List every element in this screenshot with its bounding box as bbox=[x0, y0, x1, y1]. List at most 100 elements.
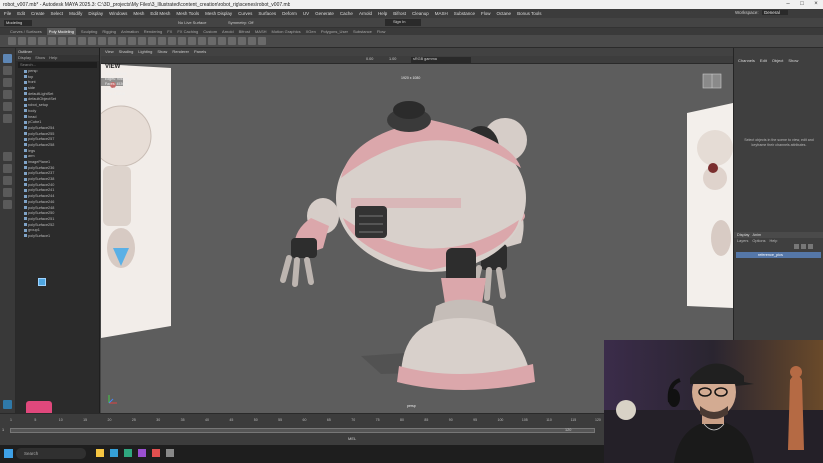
shelf-tool-icon[interactable] bbox=[78, 37, 86, 45]
menu-item-octane[interactable]: Octane bbox=[497, 11, 512, 16]
new-layer-selected-icon[interactable] bbox=[801, 244, 806, 249]
shelf-tab[interactable]: Motion Graphics bbox=[272, 28, 301, 35]
shelf-tool-icon[interactable] bbox=[158, 37, 166, 45]
file-explorer-icon[interactable] bbox=[96, 449, 104, 457]
menu-item-surfaces[interactable]: Surfaces bbox=[258, 11, 276, 16]
outliner-menu-item[interactable]: Display bbox=[18, 55, 31, 61]
edge-icon[interactable] bbox=[110, 449, 118, 457]
sign-in-button[interactable]: Sign In bbox=[385, 19, 421, 26]
four-view-icon[interactable] bbox=[3, 164, 12, 173]
shelf-tool-icon[interactable] bbox=[68, 37, 76, 45]
shelf-tool-icon[interactable] bbox=[248, 37, 256, 45]
colorspace-dropdown[interactable]: sRGB gamma bbox=[411, 57, 471, 63]
menu-item-mesh-tools[interactable]: Mesh Tools bbox=[176, 11, 199, 16]
shelf-tab[interactable]: XGen bbox=[306, 28, 316, 35]
shelf-tab[interactable]: Arnold bbox=[222, 28, 234, 35]
shelf-tool-icon[interactable] bbox=[138, 37, 146, 45]
menu-item-arnold[interactable]: Arnold bbox=[359, 11, 372, 16]
viewport-menu-item[interactable]: Lighting bbox=[138, 48, 152, 56]
menu-item-curves[interactable]: Curves bbox=[238, 11, 252, 16]
shelf-tool-icon[interactable] bbox=[128, 37, 136, 45]
search-icon[interactable] bbox=[3, 200, 12, 209]
app-icon-2[interactable] bbox=[152, 449, 160, 457]
channel-box-menu-item[interactable]: Edit bbox=[760, 58, 767, 63]
app-icon[interactable] bbox=[138, 449, 146, 457]
range-end-field[interactable]: 120 bbox=[565, 428, 571, 432]
shelf-tool-icon[interactable] bbox=[28, 37, 36, 45]
channel-box-menu-item[interactable]: Channels bbox=[738, 58, 755, 63]
menu-item-mash[interactable]: MASH bbox=[435, 11, 448, 16]
close-button[interactable]: × bbox=[809, 0, 823, 9]
viewport-menu-item[interactable]: Panels bbox=[194, 48, 206, 56]
shelf-tab[interactable]: Polygons_User bbox=[321, 28, 348, 35]
menu-item-modify[interactable]: Modify bbox=[69, 11, 82, 16]
layer-menu-item[interactable]: Layers bbox=[737, 238, 748, 244]
shelf-tool-icon[interactable] bbox=[18, 37, 26, 45]
menu-item-display[interactable]: Display bbox=[88, 11, 103, 16]
gamma-field[interactable]: 1.00 bbox=[389, 57, 396, 61]
rotate-tool-icon[interactable] bbox=[3, 102, 12, 111]
shelf-tab[interactable]: Sculpting bbox=[81, 28, 97, 35]
move-tool-icon[interactable] bbox=[3, 90, 12, 99]
menu-item-bonus-tools[interactable]: Bonus Tools bbox=[517, 11, 541, 16]
channel-box-menu-item[interactable]: Object bbox=[772, 58, 784, 63]
shelf-tab[interactable]: Bifrost bbox=[239, 28, 250, 35]
select-tool-icon[interactable] bbox=[3, 54, 12, 63]
viewport-menu-item[interactable]: Shading bbox=[119, 48, 134, 56]
range-start-field[interactable]: 1 bbox=[2, 428, 4, 432]
shelf-tool-icon[interactable] bbox=[208, 37, 216, 45]
workspace-dropdown[interactable]: General bbox=[761, 10, 788, 15]
menu-item-edit[interactable]: Edit bbox=[17, 11, 25, 16]
menu-item-file[interactable]: File bbox=[4, 11, 11, 16]
menu-item-mesh[interactable]: Mesh bbox=[133, 11, 144, 16]
shelf-tool-icon[interactable] bbox=[258, 37, 266, 45]
menu-item-substance[interactable]: Substance bbox=[454, 11, 475, 16]
channel-box-menu-item[interactable]: Show bbox=[788, 58, 798, 63]
viewport-menu-item[interactable]: Renderer bbox=[172, 48, 189, 56]
shelf-tab[interactable]: Flow bbox=[377, 28, 385, 35]
outliner-menu-item[interactable]: Show bbox=[35, 55, 45, 61]
range-slider[interactable] bbox=[10, 428, 595, 433]
shelf-tool-icon[interactable] bbox=[148, 37, 156, 45]
shelf-tab[interactable]: Rendering bbox=[144, 28, 162, 35]
menu-item-flow[interactable]: Flow bbox=[481, 11, 491, 16]
menu-item-generate[interactable]: Generate bbox=[315, 11, 334, 16]
viewport-menu-item[interactable]: Show bbox=[157, 48, 167, 56]
menuset-dropdown[interactable]: Modeling bbox=[4, 20, 32, 26]
menu-item-edit-mesh[interactable]: Edit Mesh bbox=[150, 11, 170, 16]
shelf-tool-icon[interactable] bbox=[58, 37, 66, 45]
shelf-tab[interactable]: FX bbox=[167, 28, 172, 35]
live-surface-label[interactable]: No Live Surface bbox=[178, 20, 206, 25]
exposure-field[interactable]: 0.00 bbox=[366, 57, 373, 61]
shelf-tool-icon[interactable] bbox=[108, 37, 116, 45]
shelf-tool-icon[interactable] bbox=[168, 37, 176, 45]
menu-item-mesh-display[interactable]: Mesh Display bbox=[205, 11, 232, 16]
maya-home-icon[interactable] bbox=[3, 400, 12, 409]
shelf-tab[interactable]: MASH bbox=[255, 28, 267, 35]
layer-menu-item[interactable]: Options bbox=[752, 238, 765, 244]
menu-item-create[interactable]: Create bbox=[31, 11, 45, 16]
menu-item-uv[interactable]: UV bbox=[303, 11, 309, 16]
view-cube[interactable] bbox=[702, 73, 722, 89]
shelf-tool-icon[interactable] bbox=[188, 37, 196, 45]
shelf-tool-icon[interactable] bbox=[218, 37, 226, 45]
shelf-tool-icon[interactable] bbox=[38, 37, 46, 45]
shelf-tool-icon[interactable] bbox=[8, 37, 16, 45]
shelf-tool-icon[interactable] bbox=[178, 37, 186, 45]
menu-item-deform[interactable]: Deform bbox=[282, 11, 297, 16]
shelf-tab[interactable]: Rigging bbox=[102, 28, 116, 35]
shelf-tool-icon[interactable] bbox=[198, 37, 206, 45]
outliner-item[interactable]: polySurface1 bbox=[24, 234, 99, 240]
start-button-icon[interactable] bbox=[4, 449, 13, 458]
shelf-tab[interactable]: FX Caching bbox=[177, 28, 198, 35]
shelf-tool-icon[interactable] bbox=[48, 37, 56, 45]
minimize-button[interactable]: – bbox=[781, 0, 795, 9]
menu-item-cleanup[interactable]: Cleanup bbox=[412, 11, 429, 16]
shelf-tab[interactable]: Animation bbox=[121, 28, 139, 35]
time-ruler[interactable]: 1 5 10 15 20 25 30 35 40 45 50 55 60 65 70 75 80 85 90 95 10… bbox=[10, 416, 601, 426]
layer-menu-item[interactable]: Help bbox=[770, 238, 778, 244]
persp-graph-icon[interactable] bbox=[3, 188, 12, 197]
shelf-tool-icon[interactable] bbox=[228, 37, 236, 45]
menu-item-cache[interactable]: Cache bbox=[340, 11, 353, 16]
viewport-menu-item[interactable]: View bbox=[105, 48, 114, 56]
